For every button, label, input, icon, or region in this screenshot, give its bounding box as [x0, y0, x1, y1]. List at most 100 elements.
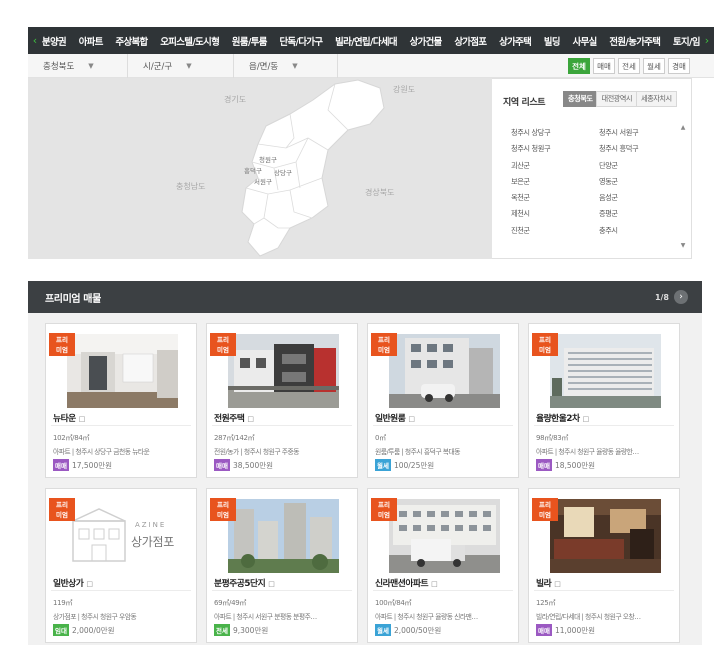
listing-photo[interactable]: [389, 499, 500, 573]
listing-card[interactable]: 프리 미엄 율량한울2차 □ 98㎡/83㎡ 아파트 | 청주시 청원구 율량동 율…: [528, 323, 680, 478]
category-land[interactable]: 토지/임: [673, 34, 700, 48]
region-item[interactable]: 진천군: [511, 226, 599, 236]
deal-type-badge: 임대: [53, 624, 69, 636]
category-villa[interactable]: 빌라/연립/다세대: [335, 34, 397, 48]
region-item[interactable]: 청주시 서원구: [599, 128, 671, 138]
photo-villa-interior: [550, 499, 661, 573]
listing-name[interactable]: 일반원룸 □: [375, 411, 415, 424]
bookmark-icon[interactable]: □: [86, 580, 93, 588]
map-label-sangdang: 상당구: [274, 169, 292, 177]
category-building[interactable]: 빌딩: [544, 34, 561, 48]
category-country-house[interactable]: 전원/농가주택: [609, 34, 661, 48]
category-mixed-use[interactable]: 주상복합: [115, 34, 148, 48]
region-tab-sejong[interactable]: 세종자치시: [636, 91, 677, 107]
listing-name[interactable]: 전원주택 □: [214, 411, 254, 424]
listing-photo[interactable]: [228, 499, 339, 573]
listing-price: 월세 2,000/50만원: [375, 624, 441, 636]
listing-card[interactable]: 프리 미엄 뉴타운 □ 102㎡/84㎡ 아파트 | 청주시 상당구 금천동 뉴타운…: [45, 323, 197, 478]
listing-area: 119㎡: [53, 599, 73, 607]
region-item[interactable]: 청주시 청원구: [511, 144, 599, 154]
region-item[interactable]: 제천시: [511, 209, 599, 219]
divider: [51, 590, 191, 591]
filter-bar: 충청북도 ▼ 시/군/구 ▼ 읍/면/동 ▼ 전체 매매 전세 월세 경매: [28, 53, 714, 78]
deal-type-badge: 월세: [375, 459, 391, 471]
region-item[interactable]: 옥천군: [511, 193, 599, 203]
category-commercial-building[interactable]: 상가건물: [410, 34, 443, 48]
deal-type-badge: 매매: [53, 459, 69, 471]
listing-name[interactable]: 분평주공5단지 □: [214, 576, 275, 589]
listing-name[interactable]: 일반상가 □: [53, 576, 93, 589]
region-tab-chungbuk[interactable]: 충청북도: [563, 91, 598, 107]
category-oneroom[interactable]: 원룸/투룸: [232, 34, 268, 48]
bookmark-icon[interactable]: □: [408, 415, 415, 423]
listing-card[interactable]: 프리 미엄 일반원룸 □ 0㎡ 원룸/투룸 | 청주시 흥덕구 복대동 월세 100…: [367, 323, 519, 478]
region-map[interactable]: 경기도 강원도 충청남도 경상북도 청원구 흥덕구 상당구 서원구: [28, 78, 492, 259]
region-tab-daejeon[interactable]: 대전광역시: [596, 91, 638, 107]
region-item[interactable]: 괴산군: [511, 161, 599, 171]
listing-desc: 아파트 | 청주시 서원구 분평동 분평주…: [214, 613, 317, 621]
deal-type-badge: 월세: [375, 624, 391, 636]
listing-photo[interactable]: [389, 334, 500, 408]
deal-tab-monthly[interactable]: 월세: [643, 58, 665, 74]
scroll-down-icon[interactable]: ▼: [679, 242, 687, 249]
listing-name[interactable]: 신라맨션아파트 □: [375, 576, 438, 589]
listing-card[interactable]: 프리 미엄 분평주공5단지 □ 69㎡/49㎡ 아파트 | 청주시 서원구 분평동 …: [206, 488, 358, 643]
bookmark-icon[interactable]: □: [583, 415, 590, 423]
category-apartment[interactable]: 아파트: [79, 34, 104, 48]
premium-badge: 프리 미엄: [532, 333, 558, 356]
category-officetel[interactable]: 오피스텔/도시형: [160, 34, 220, 48]
premium-badge: 프리 미엄: [49, 498, 75, 521]
category-office[interactable]: 사무실: [573, 34, 598, 48]
listing-photo[interactable]: [228, 334, 339, 408]
province-select[interactable]: 충청북도 ▼: [28, 53, 128, 78]
price-value: 2,000/0만원: [71, 625, 115, 635]
nav-next-icon[interactable]: ›: [700, 34, 714, 47]
category-detached[interactable]: 단독/다가구: [279, 34, 323, 48]
deal-tab-auction[interactable]: 경매: [668, 58, 690, 74]
region-item[interactable]: 단양군: [599, 161, 671, 171]
scroll-up-icon[interactable]: ▲: [679, 124, 687, 131]
bookmark-icon[interactable]: □: [79, 415, 86, 423]
region-item[interactable]: 증평군: [599, 209, 671, 219]
premium-next-button[interactable]: ›: [674, 290, 688, 304]
deal-tab-jeonse[interactable]: 전세: [618, 58, 640, 74]
region-item[interactable]: 음성군: [599, 193, 671, 203]
premium-badge: 프리 미엄: [371, 498, 397, 521]
region-item[interactable]: 청주시 상당구: [511, 128, 599, 138]
province-value: 충청북도: [43, 61, 75, 72]
bookmark-icon[interactable]: □: [431, 580, 438, 588]
listing-photo[interactable]: [550, 334, 661, 408]
town-select[interactable]: 읍/면/동 ▼: [234, 53, 338, 78]
region-item[interactable]: 영동군: [599, 177, 671, 187]
listing-card[interactable]: 프리 미엄 신라맨션아파트 □ 100㎡/84㎡ 아파트 | 청주시 청원구 율량동…: [367, 488, 519, 643]
region-list-scrollbar[interactable]: ▲ ▼: [679, 124, 687, 249]
region-item[interactable]: 충주시: [599, 226, 671, 236]
category-shop[interactable]: 상가점포: [454, 34, 487, 48]
nav-prev-icon[interactable]: ‹: [28, 34, 42, 47]
listing-name[interactable]: 빌라 □: [536, 576, 561, 589]
bookmark-icon[interactable]: □: [247, 415, 254, 423]
listing-name[interactable]: 율량한울2차 □: [536, 411, 589, 424]
premium-header: 프리미엄 매물 1/8 ›: [28, 281, 702, 313]
region-item[interactable]: 보은군: [511, 177, 599, 187]
listing-desc: 아파트 | 청주시 청원구 율량동 율량한…: [536, 448, 639, 456]
city-select[interactable]: 시/군/구 ▼: [128, 53, 234, 78]
listing-desc: 아파트 | 청주시 청원구 율량동 신라맨…: [375, 613, 478, 621]
listing-card[interactable]: 프리 미엄 빌라 □ 125㎡ 빌라/연립/다세대 | 청주시 청원구 오창… 매매…: [528, 488, 680, 643]
listing-photo[interactable]: [550, 499, 661, 573]
divider: [51, 425, 191, 426]
deal-tab-sale[interactable]: 매매: [593, 58, 615, 74]
deal-type-badge: 매매: [536, 459, 552, 471]
category-shop-house[interactable]: 상가주택: [499, 34, 532, 48]
listing-card[interactable]: 프리 미엄 전원주택 □ 287㎡/142㎡ 전원/농가 | 청주시 청원구 주중동…: [206, 323, 358, 478]
listing-name[interactable]: 뉴타운 □: [53, 411, 85, 424]
category-presale[interactable]: 분양권: [42, 34, 67, 48]
bookmark-icon[interactable]: □: [268, 580, 275, 588]
listing-card[interactable]: AZINE 상가점포 프리 미엄 일반상가 □ 119㎡ 상가점포 | 청주시 청원…: [45, 488, 197, 643]
region-item[interactable]: 청주시 흥덕구: [599, 144, 671, 154]
region-list-title: 지역 리스트: [503, 98, 546, 108]
deal-tab-all[interactable]: 전체: [568, 58, 590, 74]
listing-photo[interactable]: [67, 334, 178, 408]
listing-photo[interactable]: AZINE 상가점포: [67, 499, 178, 573]
bookmark-icon[interactable]: □: [554, 580, 561, 588]
